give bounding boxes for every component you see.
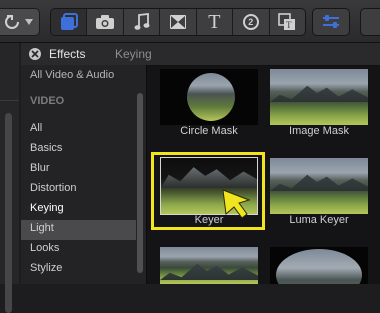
cursor-arrow-icon [222,189,251,219]
svg-text:T: T [286,20,292,30]
titles-icon: T [208,11,221,33]
divider [146,65,147,284]
effect-thumbnail-partial-1[interactable] [160,247,258,284]
generators-icon-label: 2 [248,16,254,27]
sidebar-heading-video: VIDEO [30,95,65,107]
close-icon [31,50,39,58]
effects-browser-header: Effects Keying [21,43,380,66]
effect-label-circle-mask: Circle Mask [180,125,238,137]
sidebar-item-distortion[interactable]: Distortion [30,182,76,194]
music-button[interactable] [124,9,161,35]
effects-category-sidebar: All Video & Audio VIDEO All Basics Blur … [21,65,146,284]
vignette-preview [276,249,362,284]
sidebar-item-light[interactable]: Light [30,222,54,234]
media-browser-icon [60,13,78,30]
divider [0,100,19,101]
circle-mask-preview [187,73,235,121]
effect-label-image-mask: Image Mask [289,125,349,137]
sidebar-item-keying[interactable]: Keying [30,202,64,214]
sidebar-item-all[interactable]: All [30,122,42,134]
generators-button[interactable]: 2 [233,9,270,35]
effect-thumbnail-image-mask[interactable] [270,69,368,125]
panel-subtitle: Keying [115,47,152,61]
history-button[interactable] [0,8,40,36]
toolbar-edge-button[interactable] [360,8,380,36]
effect-thumbnail-partial-2[interactable] [270,247,368,284]
sidebar-item-looks[interactable]: Looks [30,242,59,254]
sidebar-item-all-video-audio[interactable]: All Video & Audio [30,69,114,81]
inspector-button[interactable] [312,8,350,36]
transitions-button[interactable] [160,9,197,35]
library-sidebar-edge [0,43,19,313]
sidebar-scrollbar[interactable] [137,93,143,273]
themes-button[interactable]: T [270,9,305,35]
generators-icon: 2 [242,14,259,30]
music-note-icon [134,13,150,30]
sliders-icon [323,15,339,28]
media-browser-button[interactable] [51,9,88,35]
effect-label-luma-keyer: Luma Keyer [289,214,349,226]
camera-icon [96,15,115,29]
sidebar-item-stylize[interactable]: Stylize [30,262,62,274]
panel-title: Effects [49,47,86,61]
titles-button[interactable]: T [197,9,234,35]
browser-toolbar-group: T 2 T [50,8,306,36]
effect-thumbnail-luma-keyer[interactable] [270,158,368,214]
library-scrollbar[interactable] [5,113,12,313]
toolbar: T 2 T [0,0,380,43]
sidebar-item-blur[interactable]: Blur [30,162,50,174]
effect-thumbnail-circle-mask[interactable] [160,69,258,125]
chevron-down-icon [25,19,33,25]
photos-button[interactable] [87,9,124,35]
rotate-icon [5,15,19,29]
close-button[interactable] [29,48,41,60]
themes-icon: T [278,13,296,30]
sidebar-item-basics[interactable]: Basics [30,142,62,154]
transitions-icon [169,15,186,29]
